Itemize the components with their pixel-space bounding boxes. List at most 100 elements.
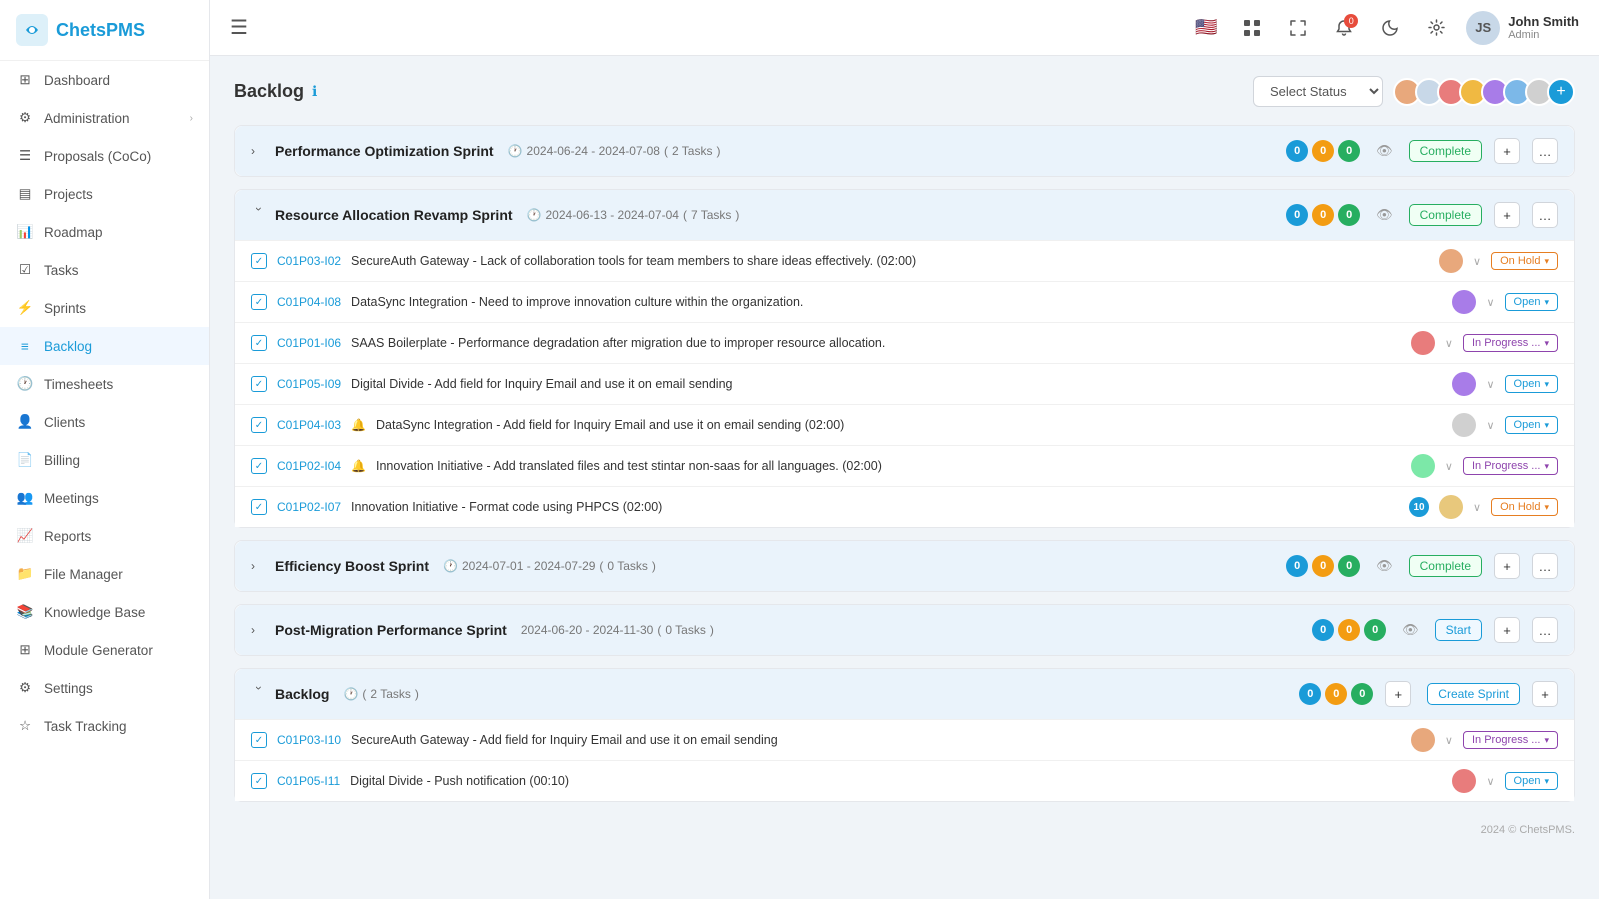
sprint-header-4[interactable]: › Post-Migration Performance Sprint 2024… [235,605,1574,655]
task-status[interactable]: In Progress ... ▾ [1463,731,1558,749]
complete-button-2[interactable]: Complete [1409,204,1482,226]
add-task-button-3[interactable]: + [1494,553,1520,579]
user-menu[interactable]: JS John Smith Admin [1466,11,1579,45]
sidebar-item-clients[interactable]: 👤 Clients [0,403,209,441]
task-status[interactable]: On Hold ▾ [1491,252,1558,270]
more-options-button-4[interactable]: … [1532,617,1558,643]
task-checkbox[interactable]: ✓ [251,458,267,474]
sidebar-item-projects[interactable]: ▤ Projects [0,175,209,213]
backlog-add-button[interactable]: + [1385,681,1411,707]
task-id[interactable]: C01P02-I04 [277,459,341,473]
task-id[interactable]: C01P05-I11 [277,774,340,788]
task-status[interactable]: Open ▾ [1505,375,1558,393]
task-status[interactable]: Open ▾ [1505,416,1558,434]
add-member-button[interactable]: + [1547,78,1575,106]
more-options-button-1[interactable]: … [1532,138,1558,164]
task-id[interactable]: C01P03-I10 [277,733,341,747]
sidebar-item-proposals[interactable]: ☰ Proposals (CoCo) [0,137,209,175]
task-tracking-icon: ☆ [16,717,34,735]
task-assign-chevron[interactable]: ∨ [1486,775,1494,788]
task-assign-chevron[interactable]: ∨ [1445,734,1453,747]
task-id[interactable]: C01P02-I07 [277,500,341,514]
sidebar-item-settings[interactable]: ⚙ Settings [0,669,209,707]
dashboard-icon: ⊞ [16,71,34,89]
sidebar-item-file-manager[interactable]: 📁 File Manager [0,555,209,593]
task-checkbox[interactable]: ✓ [251,376,267,392]
task-id[interactable]: C01P04-I03 [277,418,341,432]
eye-icon-3[interactable]: 👁 [1376,558,1393,574]
task-assign-chevron[interactable]: ∨ [1473,501,1481,514]
task-assign-chevron[interactable]: ∨ [1486,378,1494,391]
task-status[interactable]: On Hold ▾ [1491,498,1558,516]
task-checkbox[interactable]: ✓ [251,294,267,310]
complete-button-3[interactable]: Complete [1409,555,1482,577]
task-row: ✓ C01P05-I09 Digital Divide - Add field … [235,363,1574,404]
sprint-header-2[interactable]: › Resource Allocation Revamp Sprint 🕐 20… [235,190,1574,240]
add-task-button-4[interactable]: + [1494,617,1520,643]
add-task-button-2[interactable]: + [1494,202,1520,228]
notification-button[interactable]: 0 [1328,12,1360,44]
task-row: ✓ C01P04-I03 🔔 DataSync Integration - Ad… [235,404,1574,445]
status-select[interactable]: Select Status Complete In Progress On Ho… [1253,76,1383,107]
dark-mode-button[interactable] [1374,12,1406,44]
sidebar-item-tasks[interactable]: ☑ Tasks [0,251,209,289]
eye-icon-4[interactable]: 👁 [1402,622,1419,638]
more-options-button-3[interactable]: … [1532,553,1558,579]
task-id[interactable]: C01P01-I06 [277,336,341,350]
sidebar-item-meetings[interactable]: 👥 Meetings [0,479,209,517]
eye-icon-2[interactable]: 👁 [1376,207,1393,223]
status-arrow: ▾ [1544,297,1549,308]
hamburger-button[interactable]: ☰ [230,15,248,40]
task-checkbox[interactable]: ✓ [251,253,267,269]
sprint-header-1[interactable]: › Performance Optimization Sprint 🕐 2024… [235,126,1574,176]
sidebar-item-module-generator[interactable]: ⊞ Module Generator [0,631,209,669]
task-id[interactable]: C01P05-I09 [277,377,341,391]
info-icon[interactable]: ℹ [312,83,317,100]
task-assign-chevron[interactable]: ∨ [1445,460,1453,473]
gear-icon [1428,19,1445,36]
task-checkbox[interactable]: ✓ [251,335,267,351]
sidebar-item-sprints[interactable]: ⚡ Sprints [0,289,209,327]
task-status[interactable]: Open ▾ [1505,293,1558,311]
task-checkbox[interactable]: ✓ [251,499,267,515]
gear-button[interactable] [1420,12,1452,44]
sidebar-item-billing[interactable]: 📄 Billing [0,441,209,479]
status-arrow: ▾ [1544,735,1549,746]
task-assign-chevron[interactable]: ∨ [1445,337,1453,350]
task-assign-chevron[interactable]: ∨ [1486,296,1494,309]
sidebar-item-task-tracking[interactable]: ☆ Task Tracking [0,707,209,745]
sidebar-item-dashboard[interactable]: ⊞ Dashboard [0,61,209,99]
status-arrow: ▾ [1544,338,1549,349]
add-task-button-1[interactable]: + [1494,138,1520,164]
sprint-chevron-3: › [251,559,267,573]
more-options-button-2[interactable]: … [1532,202,1558,228]
task-status[interactable]: In Progress ... ▾ [1463,334,1558,352]
sidebar-item-label: Module Generator [44,643,153,658]
sidebar-item-knowledge-base[interactable]: 📚 Knowledge Base [0,593,209,631]
backlog-header[interactable]: › Backlog 🕐 (2 Tasks) 0 0 0 + Create Spr… [235,669,1574,719]
task-checkbox[interactable]: ✓ [251,732,267,748]
start-button-4[interactable]: Start [1435,619,1482,641]
sidebar-item-administration[interactable]: ⚙ Administration › [0,99,209,137]
apps-button[interactable] [1236,12,1268,44]
complete-button-1[interactable]: Complete [1409,140,1482,162]
task-checkbox[interactable]: ✓ [251,773,267,789]
task-id[interactable]: C01P04-I08 [277,295,341,309]
sidebar-item-backlog[interactable]: ≡ Backlog [0,327,209,365]
task-assign-chevron[interactable]: ∨ [1473,255,1481,268]
task-status[interactable]: Open ▾ [1505,772,1558,790]
create-sprint-button[interactable]: Create Sprint [1427,683,1520,705]
eye-icon-1[interactable]: 👁 [1376,143,1393,159]
sprint-header-3[interactable]: › Efficiency Boost Sprint 🕐 2024-07-01 -… [235,541,1574,591]
sidebar-item-roadmap[interactable]: 📊 Roadmap [0,213,209,251]
task-assign-chevron[interactable]: ∨ [1486,419,1494,432]
fullscreen-button[interactable] [1282,12,1314,44]
task-id[interactable]: C01P03-I02 [277,254,341,268]
task-status[interactable]: In Progress ... ▾ [1463,457,1558,475]
language-selector[interactable]: 🇺🇸 [1190,12,1222,44]
sidebar-item-timesheets[interactable]: 🕐 Timesheets [0,365,209,403]
task-checkbox[interactable]: ✓ [251,417,267,433]
sidebar-item-reports[interactable]: 📈 Reports [0,517,209,555]
backlog-more-button[interactable]: + [1532,681,1558,707]
alert-icon: 🔔 [351,459,366,473]
